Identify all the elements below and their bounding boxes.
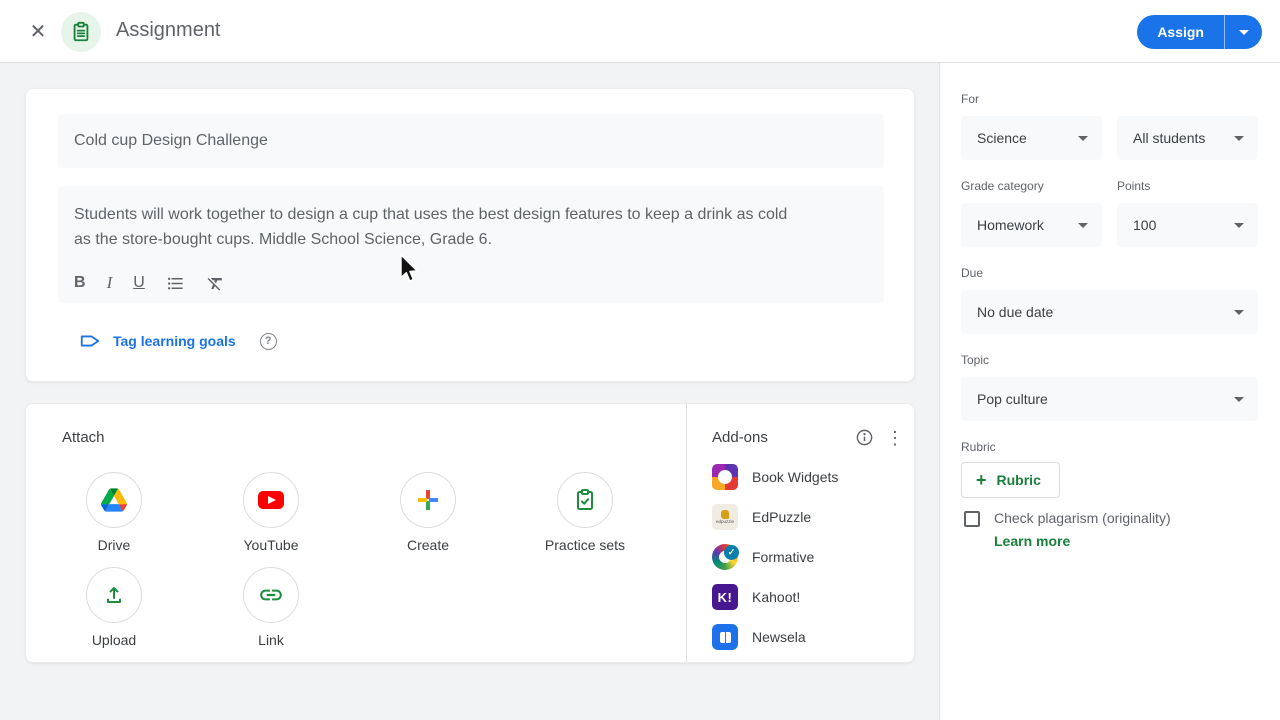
assign-split-button: Assign bbox=[1137, 15, 1262, 49]
learn-more-link[interactable]: Learn more bbox=[994, 533, 1070, 549]
link-icon bbox=[243, 567, 299, 623]
attach-addons-card: Attach Drive YouTube Create Practice set… bbox=[25, 403, 915, 663]
plagiarism-checkbox[interactable] bbox=[964, 511, 980, 527]
book-widgets-icon bbox=[712, 464, 738, 490]
addon-label: Kahoot! bbox=[752, 589, 801, 605]
chevron-down-icon bbox=[1234, 222, 1244, 228]
instructions-line: as the store-bought cups. Middle School … bbox=[74, 231, 493, 248]
bold-button[interactable]: B bbox=[74, 272, 86, 294]
kahoot-icon: K! bbox=[712, 584, 738, 610]
addon-label: Newsela bbox=[752, 629, 806, 645]
topic-label: Topic bbox=[961, 353, 990, 367]
top-bar: ✕ Assignment Assign bbox=[0, 0, 1280, 63]
attach-practice-sets-button[interactable]: Practice sets bbox=[533, 472, 637, 553]
tag-learning-goals[interactable]: Tag learning goals ? bbox=[79, 329, 277, 353]
chevron-down-icon bbox=[1234, 135, 1244, 141]
addons-list: Book Widgets edpuzzle EdPuzzle ✓ Formati… bbox=[712, 457, 902, 657]
assign-dropdown-button[interactable] bbox=[1224, 15, 1262, 49]
bulleted-list-icon[interactable] bbox=[166, 272, 185, 294]
page-title: Assignment bbox=[116, 19, 221, 41]
plagiarism-checkbox-label: Check plagarism (originality) bbox=[994, 510, 1171, 526]
upload-icon bbox=[86, 567, 142, 623]
info-icon[interactable] bbox=[855, 428, 874, 447]
tag-learning-goals-label: Tag learning goals bbox=[113, 333, 236, 349]
attach-link-button[interactable]: Link bbox=[219, 567, 323, 648]
settings-sidebar: For Science All students Grade category … bbox=[939, 63, 1280, 720]
due-label: Due bbox=[961, 266, 984, 280]
addon-book-widgets[interactable]: Book Widgets bbox=[712, 457, 902, 497]
add-rubric-button[interactable]: + Rubric bbox=[961, 462, 1060, 498]
addon-kahoot[interactable]: K! Kahoot! bbox=[712, 577, 902, 617]
chevron-down-icon bbox=[1234, 396, 1244, 402]
newsela-icon bbox=[712, 624, 738, 650]
topic-select[interactable]: Pop culture bbox=[961, 377, 1258, 421]
formatting-toolbar: B I U bbox=[74, 272, 225, 294]
practice-sets-icon bbox=[557, 472, 613, 528]
students-select[interactable]: All students bbox=[1117, 116, 1258, 160]
youtube-icon bbox=[243, 472, 299, 528]
formative-icon: ✓ bbox=[712, 544, 739, 570]
addons-title: Add-ons bbox=[712, 429, 768, 446]
addon-edpuzzle[interactable]: edpuzzle EdPuzzle bbox=[712, 497, 902, 537]
google-drive-icon bbox=[86, 472, 142, 528]
attach-options: Drive YouTube Create Practice sets Uploa… bbox=[62, 472, 686, 648]
italic-button[interactable]: I bbox=[107, 272, 113, 294]
attach-option-label: Link bbox=[258, 632, 284, 648]
plus-icon: + bbox=[976, 470, 987, 490]
attach-option-label: Create bbox=[406, 537, 450, 553]
addon-label: EdPuzzle bbox=[752, 509, 812, 525]
chevron-down-icon bbox=[1238, 29, 1249, 35]
addon-newsela[interactable]: Newsela bbox=[712, 617, 902, 657]
assign-button[interactable]: Assign bbox=[1137, 15, 1224, 49]
chevron-down-icon bbox=[1078, 222, 1088, 228]
points-select[interactable]: 100 bbox=[1117, 203, 1258, 247]
chevron-down-icon bbox=[1078, 135, 1088, 141]
title-input[interactable]: Cold cup Design Challenge bbox=[58, 114, 884, 168]
close-icon[interactable]: ✕ bbox=[26, 20, 50, 44]
attach-drive-button[interactable]: Drive bbox=[62, 472, 166, 553]
underline-button[interactable]: U bbox=[133, 272, 145, 294]
assignment-icon bbox=[61, 12, 101, 52]
edpuzzle-icon: edpuzzle bbox=[712, 504, 738, 530]
attach-create-button[interactable]: Create bbox=[376, 472, 480, 553]
grade-category-select[interactable]: Homework bbox=[961, 203, 1102, 247]
addon-label: Book Widgets bbox=[752, 469, 839, 485]
instructions-input[interactable]: Students will work together to design a … bbox=[58, 186, 884, 303]
attach-upload-button[interactable]: Upload bbox=[62, 567, 166, 648]
attach-option-label: Upload bbox=[91, 632, 137, 648]
instructions-line: Students will work together to design a … bbox=[74, 206, 788, 223]
addons-section: Add-ons ⋮ Book Widgets edpuzzle EdPuzzle… bbox=[687, 404, 914, 662]
for-label: For bbox=[961, 92, 979, 106]
class-select[interactable]: Science bbox=[961, 116, 1102, 160]
help-icon[interactable]: ? bbox=[259, 332, 277, 350]
clear-formatting-icon[interactable] bbox=[206, 272, 225, 294]
more-options-icon[interactable]: ⋮ bbox=[886, 429, 904, 447]
attach-option-label: Drive bbox=[97, 537, 131, 553]
tag-icon bbox=[80, 335, 100, 347]
grade-category-label: Grade category bbox=[961, 179, 1044, 193]
attach-option-label: Practice sets bbox=[544, 537, 626, 553]
addon-label: Formative bbox=[752, 549, 815, 565]
create-plus-icon bbox=[400, 472, 456, 528]
points-label: Points bbox=[1117, 179, 1151, 193]
due-date-select[interactable]: No due date bbox=[961, 290, 1258, 334]
assignment-details-card: Cold cup Design Challenge Students will … bbox=[25, 88, 915, 382]
attach-option-label: YouTube bbox=[243, 537, 299, 553]
addon-formative[interactable]: ✓ Formative bbox=[712, 537, 902, 577]
attach-section: Attach Drive YouTube Create Practice set… bbox=[26, 404, 687, 662]
main-content: Cold cup Design Challenge Students will … bbox=[0, 63, 1280, 720]
chevron-down-icon bbox=[1234, 309, 1244, 315]
attach-title: Attach bbox=[62, 429, 105, 446]
rubric-label: Rubric bbox=[961, 440, 996, 454]
attach-youtube-button[interactable]: YouTube bbox=[219, 472, 323, 553]
